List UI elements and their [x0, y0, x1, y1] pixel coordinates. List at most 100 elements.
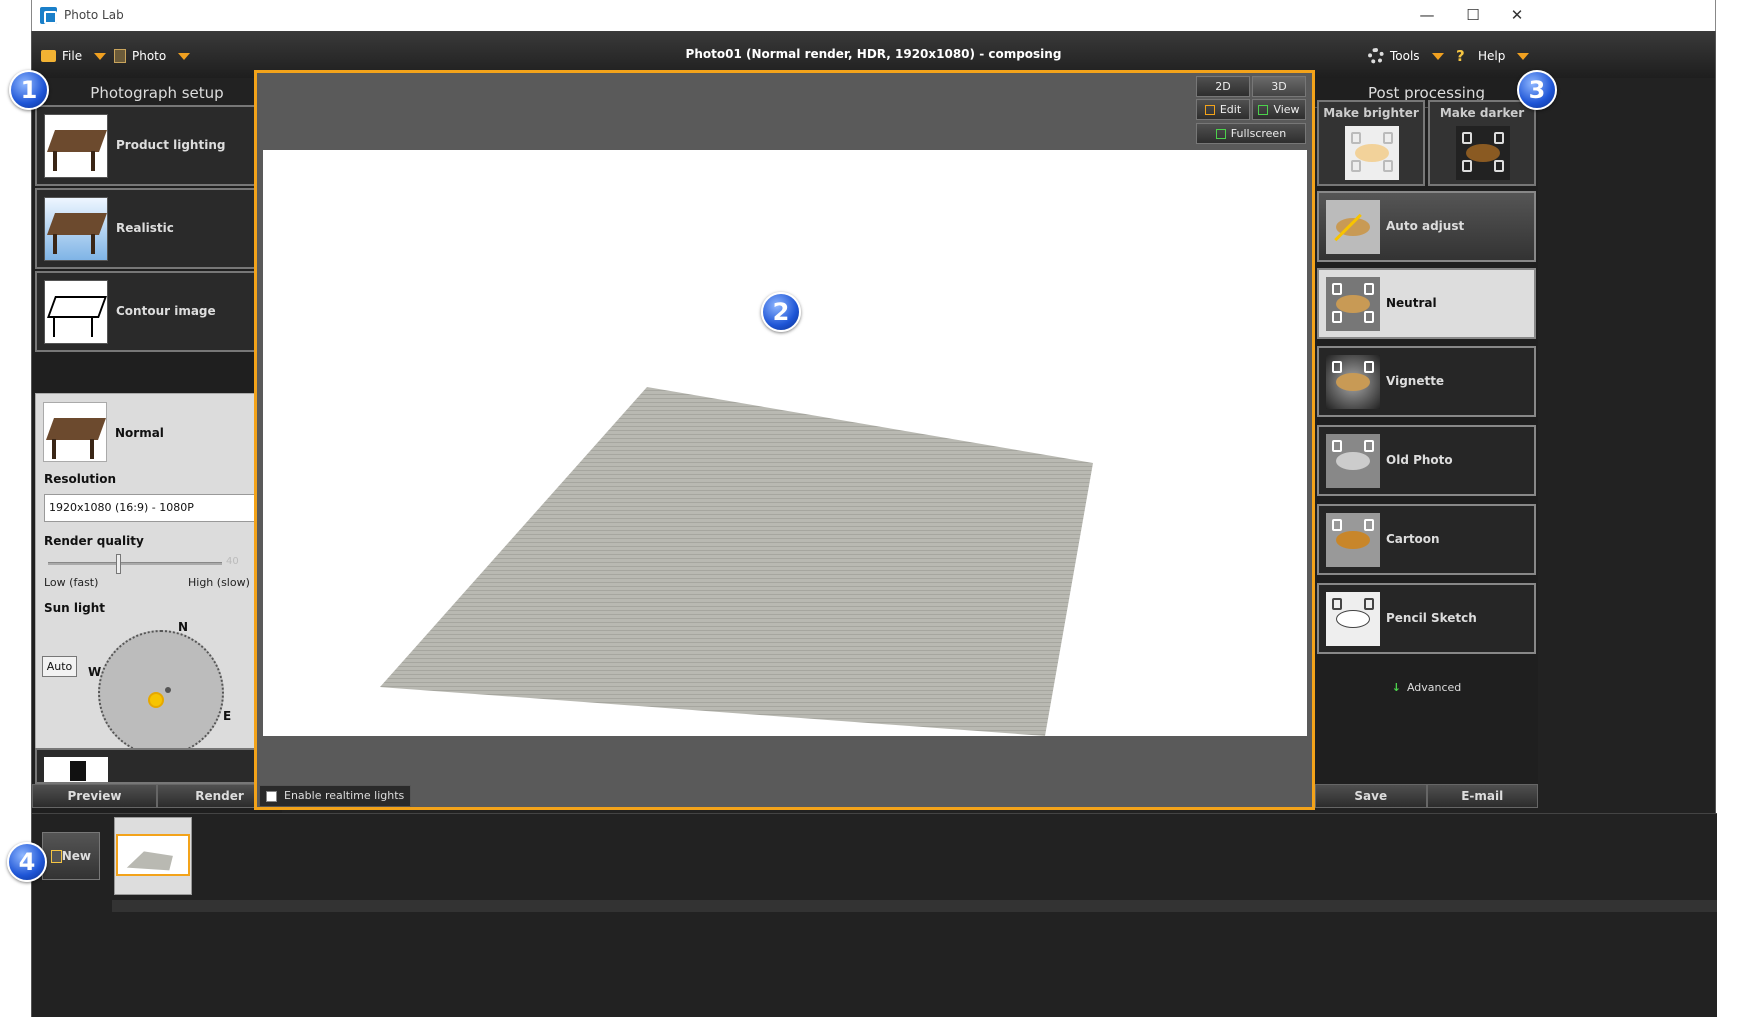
help-menu[interactable]: ? Help — [1456, 47, 1530, 65]
panel-header: Photograph setup ? — [32, 78, 282, 108]
filter-preview-image — [1326, 592, 1380, 646]
table-shape — [1336, 373, 1370, 391]
checkbox-icon — [1258, 105, 1269, 115]
preset-thumbnail — [44, 197, 108, 261]
callout-badge-4: 4 — [7, 842, 47, 882]
filter-cartoon[interactable]: Cartoon — [1317, 504, 1536, 575]
brighter-preview-image — [1345, 126, 1399, 180]
chair-shape — [1332, 598, 1342, 610]
compass-east: E — [223, 709, 232, 723]
edit-mode-button[interactable]: Edit — [1196, 99, 1250, 120]
horizontal-scrollbar[interactable] — [112, 900, 1717, 912]
make-darker-button[interactable]: Make darker — [1428, 100, 1536, 186]
render-quality-slider[interactable] — [48, 562, 222, 565]
photo-strip: New — [32, 813, 1717, 1017]
table-leg — [91, 151, 95, 171]
maximize-button[interactable]: ☐ — [1451, 4, 1495, 28]
view-mode-button[interactable]: View — [1252, 99, 1306, 120]
left-actions: Preview Render — [32, 784, 282, 808]
table-leg — [53, 151, 57, 171]
new-photo-icon — [51, 850, 62, 863]
render-viewport[interactable]: 2D 3D Edit View Fullscreen Enable realti… — [254, 70, 1315, 810]
table-leg — [52, 439, 56, 459]
view-3d-button[interactable]: 3D — [1252, 76, 1306, 97]
filter-old-photo[interactable]: Old Photo — [1317, 425, 1536, 496]
make-brighter-button[interactable]: Make brighter — [1317, 100, 1425, 186]
resolution-value: 1920x1080 (16:9) - 1080P — [49, 501, 194, 514]
table-leg — [91, 317, 93, 337]
filter-preview-image — [1326, 200, 1380, 254]
slider-handle[interactable] — [116, 554, 121, 574]
filter-auto-adjust[interactable]: Auto adjust — [1317, 191, 1536, 262]
render-quality-value: 40 — [226, 556, 239, 567]
view-2d-button[interactable]: 2D — [1196, 76, 1250, 97]
preset-thumbnail — [44, 757, 108, 782]
chair-shape — [1364, 311, 1374, 323]
advanced-link[interactable]: ↓ Advanced — [1315, 681, 1538, 694]
preset-product-lighting[interactable]: Product lighting — [35, 105, 279, 186]
table-icon — [45, 418, 107, 440]
checkbox-icon[interactable] — [266, 791, 277, 802]
email-button[interactable]: E-mail — [1426, 784, 1538, 808]
right-actions: Save E-mail — [1315, 784, 1538, 808]
chair-shape — [1364, 598, 1374, 610]
chair-shape — [1364, 361, 1374, 373]
preview-label: Preview — [67, 789, 122, 803]
filter-label: Auto adjust — [1386, 219, 1465, 233]
scene-canvas[interactable] — [263, 150, 1307, 736]
tools-menu[interactable]: Tools — [1368, 47, 1444, 65]
checkbox-icon — [1215, 129, 1226, 139]
view-label: View — [1273, 103, 1300, 116]
table-icon — [46, 213, 108, 235]
save-button[interactable]: Save — [1315, 784, 1427, 808]
chair-shape — [1332, 519, 1342, 531]
chair-shape — [1332, 311, 1342, 323]
arrow-down-icon: ↓ — [1391, 681, 1401, 694]
quality-high-label: High (slow) — [188, 576, 250, 589]
preset-label: Contour image — [116, 304, 216, 318]
sun-compass[interactable] — [98, 630, 224, 756]
chair-shape — [1351, 160, 1361, 172]
resolution-label: Resolution — [44, 472, 117, 486]
sun-auto-button[interactable]: Auto — [42, 656, 77, 677]
filter-vignette[interactable]: Vignette — [1317, 346, 1536, 417]
fullscreen-label: Fullscreen — [1230, 127, 1287, 140]
fullscreen-button[interactable]: Fullscreen — [1196, 123, 1306, 144]
gear-icon — [1368, 48, 1384, 64]
make-brighter-label: Make brighter — [1323, 106, 1419, 120]
help-menu-label: Help — [1478, 49, 1506, 63]
filter-preview-image — [1326, 355, 1380, 409]
email-label: E-mail — [1461, 789, 1504, 803]
new-photo-button[interactable]: New — [42, 832, 100, 880]
thumbnail-floor — [126, 851, 173, 871]
preset-thumbnail — [43, 402, 107, 462]
realtime-lights-toggle[interactable]: Enable realtime lights — [259, 785, 412, 807]
preset-realistic[interactable]: Realistic — [35, 188, 279, 269]
realtime-lights-label: Enable realtime lights — [284, 789, 405, 802]
sun-icon[interactable] — [148, 692, 164, 708]
render-quality-label: Render quality — [44, 534, 144, 548]
chevron-down-icon — [1517, 52, 1530, 60]
photo-thumbnail[interactable] — [114, 817, 192, 895]
filter-label: Cartoon — [1386, 532, 1440, 546]
minimize-button[interactable]: — — [1405, 4, 1449, 28]
resolution-select[interactable]: 1920x1080 (16:9) - 1080P — [44, 494, 272, 522]
chair-icon — [70, 761, 86, 781]
chair-shape — [1383, 160, 1393, 172]
table-icon — [46, 130, 108, 152]
chair-shape — [1332, 440, 1342, 452]
floor-plane — [380, 387, 1093, 736]
chair-shape — [1494, 132, 1504, 144]
table-leg — [53, 317, 55, 337]
preset-partial[interactable] — [35, 748, 279, 784]
sun-direction-handle[interactable] — [165, 687, 171, 693]
window-title-bar: Photo Lab — ☐ ✕ — [31, 0, 1716, 31]
checkbox-icon — [1204, 105, 1215, 115]
filter-neutral[interactable]: Neutral — [1317, 268, 1536, 339]
filter-pencil-sketch[interactable]: Pencil Sketch — [1317, 583, 1536, 654]
close-button[interactable]: ✕ — [1495, 4, 1539, 28]
preview-button[interactable]: Preview — [32, 784, 157, 808]
preset-contour-image[interactable]: Contour image — [35, 271, 279, 352]
photograph-setup-panel: Photograph setup ? Product lighting Real… — [32, 78, 282, 904]
tools-menu-label: Tools — [1390, 49, 1420, 63]
